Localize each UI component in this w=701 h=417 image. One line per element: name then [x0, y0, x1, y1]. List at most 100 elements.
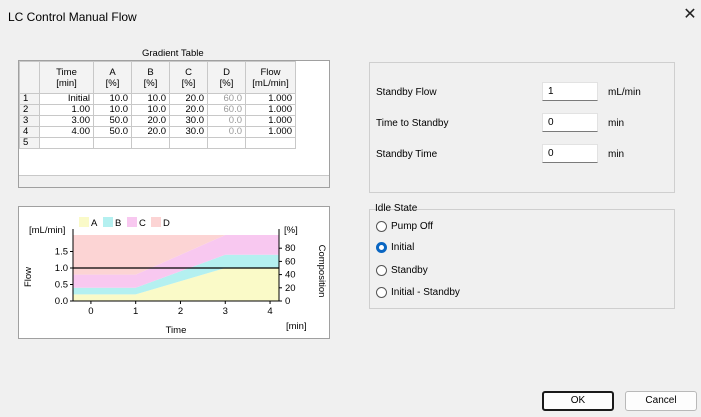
radio-circle-icon[interactable] [376, 221, 387, 232]
cell-d[interactable]: 0.0 [207, 115, 246, 127]
legend-swatch-a [79, 217, 89, 227]
table-row[interactable]: 2 1.00 10.0 10.0 20.0 60.0 1.000 [19, 104, 296, 116]
header-a-line2: [%] [105, 77, 120, 89]
header-d-line2: [%] [219, 77, 234, 89]
header-d-line1: D [223, 66, 230, 78]
y2-tick-label: 0 [285, 296, 290, 307]
row-number: 1 [19, 93, 40, 105]
time-to-standby-input[interactable]: 0 [542, 113, 598, 132]
cell-c[interactable]: 20.0 [169, 104, 208, 116]
radio-initial[interactable]: Initial [376, 241, 526, 255]
legend-label-b: B [115, 218, 121, 229]
y2-tick-label: 20 [285, 283, 296, 294]
cell-time[interactable] [39, 137, 94, 149]
cell-a[interactable]: 10.0 [93, 93, 132, 105]
header-b-line2: [%] [143, 77, 158, 89]
cell-c[interactable] [169, 137, 208, 149]
standby-time-input[interactable]: 0 [542, 144, 598, 163]
cell-flow[interactable] [245, 137, 296, 149]
row-number: 3 [19, 115, 40, 127]
header-c: C [%] [169, 61, 208, 94]
cell-flow[interactable]: 1.000 [245, 93, 296, 105]
standby-time-label: Standby Time [376, 149, 438, 160]
cell-flow[interactable]: 1.000 [245, 115, 296, 127]
x-tick-label: 1 [133, 306, 138, 317]
radio-label: Pump Off [391, 221, 434, 232]
gradient-chart: [mL/min] [%] Flow Composition Time [min]… [18, 206, 330, 339]
cell-time[interactable]: Initial [39, 93, 94, 105]
cell-time[interactable]: 4.00 [39, 126, 94, 138]
standby-flow-unit: mL/min [608, 87, 641, 98]
radio-initial-standby[interactable]: Initial - Standby [376, 286, 526, 300]
cell-c[interactable]: 30.0 [169, 115, 208, 127]
radio-standby[interactable]: Standby [376, 264, 526, 278]
radio-pump-off[interactable]: Pump Off [376, 220, 526, 234]
y2-tick-label: 80 [285, 243, 296, 254]
ok-button[interactable]: OK [542, 391, 614, 411]
left-unit-label: [mL/min] [29, 225, 65, 236]
header-corner [19, 61, 40, 94]
cell-a[interactable]: 50.0 [93, 115, 132, 127]
cell-d[interactable] [207, 137, 246, 149]
legend-swatch-b [103, 217, 113, 227]
legend-label-c: C [139, 218, 146, 229]
header-flow-line1: Flow [260, 66, 281, 78]
radio-circle-icon[interactable] [376, 287, 387, 298]
cancel-button[interactable]: Cancel [625, 391, 697, 411]
cell-a[interactable] [93, 137, 132, 149]
cell-a[interactable]: 10.0 [93, 104, 132, 116]
cell-d[interactable]: 0.0 [207, 126, 246, 138]
radio-label: Initial [391, 242, 415, 253]
cell-time[interactable]: 3.00 [39, 115, 94, 127]
gradient-header-row: Time [min] A [%] B [%] C [%] D [%] Flow [mL/mi… [19, 61, 296, 94]
cell-b[interactable]: 20.0 [131, 126, 170, 138]
window-title: LC Control Manual Flow [8, 10, 137, 24]
header-time: Time [min] [39, 61, 94, 94]
y-tick-label: 0.0 [55, 296, 68, 307]
legend-label-a: A [91, 218, 98, 229]
header-a: A [%] [93, 61, 132, 94]
cell-c[interactable]: 30.0 [169, 126, 208, 138]
cell-time[interactable]: 1.00 [39, 104, 94, 116]
grid-empty-area [19, 175, 329, 187]
cell-flow[interactable]: 1.000 [245, 104, 296, 116]
x-axis-label: Time [166, 325, 187, 336]
header-b: B [%] [131, 61, 170, 94]
x-tick-label: 2 [178, 306, 183, 317]
header-d: D [%] [207, 61, 246, 94]
close-icon[interactable]: ✕ [681, 6, 699, 24]
y2-tick-label: 40 [285, 270, 296, 281]
cell-d[interactable]: 60.0 [207, 104, 246, 116]
table-row[interactable]: 3 3.00 50.0 20.0 30.0 0.0 1.000 [19, 115, 296, 127]
standby-flow-label: Standby Flow [376, 87, 437, 98]
header-b-line1: B [147, 66, 154, 78]
table-row[interactable]: 5 [19, 137, 296, 149]
cell-b[interactable]: 10.0 [131, 104, 170, 116]
legend-swatch-c [127, 217, 137, 227]
header-time-line2: [min] [56, 77, 77, 89]
cell-b[interactable]: 10.0 [131, 93, 170, 105]
cell-c[interactable]: 20.0 [169, 93, 208, 105]
cell-d[interactable]: 60.0 [207, 93, 246, 105]
row-number: 4 [19, 126, 40, 138]
standby-time-unit: min [608, 149, 625, 160]
table-row[interactable]: 1 Initial 10.0 10.0 20.0 60.0 1.000 [19, 93, 296, 105]
time-to-standby-unit: min [608, 118, 625, 129]
cell-flow[interactable]: 1.000 [245, 126, 296, 138]
radio-label: Initial - Standby [391, 287, 460, 298]
gradient-grid[interactable]: Time [min] A [%] B [%] C [%] D [%] Flow [mL/mi… [19, 61, 296, 149]
cell-b[interactable]: 20.0 [131, 115, 170, 127]
header-flow: Flow [mL/min] [245, 61, 296, 94]
cell-b[interactable] [131, 137, 170, 149]
y-tick-label: 1.5 [55, 247, 68, 258]
radio-selected-icon[interactable] [376, 242, 387, 253]
x-tick-label: 0 [88, 306, 93, 317]
table-row[interactable]: 4 4.00 50.0 20.0 30.0 0.0 1.000 [19, 126, 296, 138]
header-flow-line2: [mL/min] [252, 77, 289, 89]
radio-circle-icon[interactable] [376, 265, 387, 276]
standby-flow-input[interactable]: 1 [542, 82, 598, 101]
x-unit-label: [min] [286, 321, 307, 332]
cell-a[interactable]: 50.0 [93, 126, 132, 138]
gradient-table[interactable]: Time [min] A [%] B [%] C [%] D [%] Flow [mL/mi… [18, 60, 330, 188]
x-tick-label: 4 [267, 306, 272, 317]
